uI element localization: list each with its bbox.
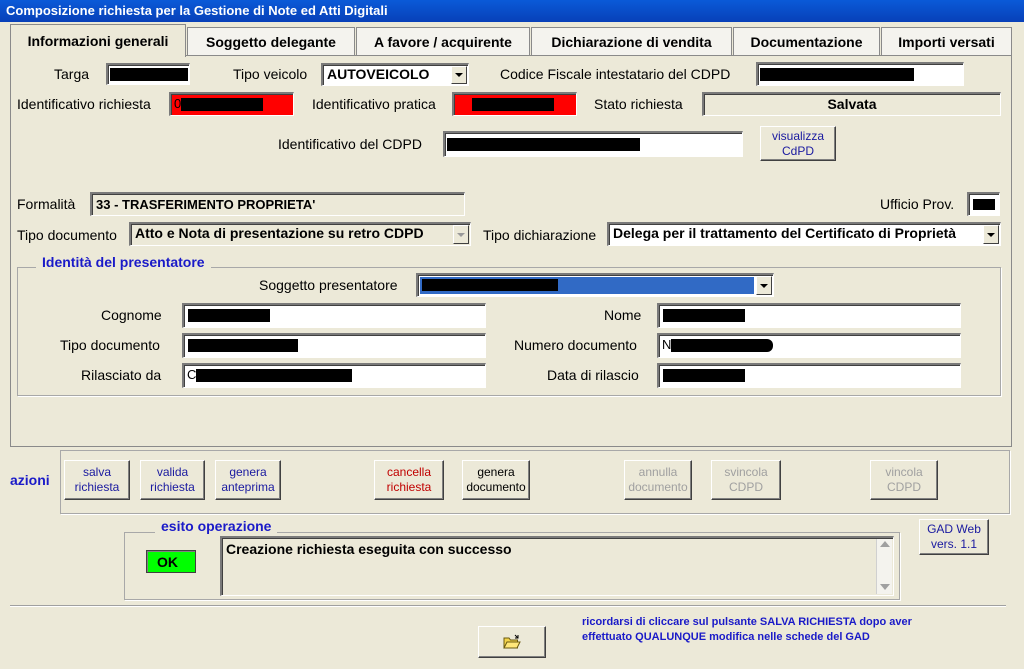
numero-documento-label: Numero documento: [514, 337, 637, 353]
data-rilascio-field[interactable]: [657, 363, 961, 388]
rilasciato-da-field[interactable]: C: [182, 363, 486, 388]
chevron-down-icon[interactable]: [756, 276, 772, 295]
esito-title: esito operazione: [155, 518, 278, 534]
valida-richiesta-button[interactable]: valida richiesta: [140, 460, 205, 500]
tipo-documento-select[interactable]: Atto e Nota di presentazione su retro CD…: [129, 222, 471, 246]
tipo-dichiarazione-value: Delega per il trattamento del Certificat…: [613, 225, 957, 241]
codice-fiscale-label: Codice Fiscale intestatario del CDPD: [500, 66, 731, 82]
tipo-veicolo-select[interactable]: AUTOVEICOLO: [321, 63, 469, 86]
esito-message-box[interactable]: Creazione richiesta eseguita con success…: [220, 536, 894, 596]
chevron-down-icon[interactable]: [983, 225, 999, 244]
separator: [10, 605, 1006, 607]
stato-richiesta-label: Stato richiesta: [594, 96, 683, 112]
redacted-block: [663, 309, 745, 322]
redacted-block: [760, 68, 914, 81]
redacted-block: [196, 369, 352, 382]
targa-label: Targa: [54, 66, 90, 82]
cognome-label: Cognome: [101, 307, 162, 323]
tab-importi-versati[interactable]: Importi versati: [881, 27, 1012, 56]
tipo-veicolo-label: Tipo veicolo: [233, 66, 308, 82]
tab-soggetto-delegante[interactable]: Soggetto delegante: [187, 27, 355, 56]
esito-status-indicator: OK: [146, 550, 196, 573]
ufficio-prov-field[interactable]: [967, 192, 1000, 216]
codice-fiscale-field[interactable]: [756, 62, 964, 86]
tab-documentazione[interactable]: Documentazione: [733, 27, 880, 56]
gad-web-version-button[interactable]: GAD Web vers. 1.1: [919, 519, 989, 555]
esito-message: Creazione richiesta eseguita con success…: [226, 541, 512, 557]
annulla-documento-button: annulla documento: [624, 460, 692, 500]
presentatore-tipo-documento-label: Tipo documento: [60, 337, 160, 353]
genera-anteprima-button[interactable]: genera anteprima: [215, 460, 281, 500]
targa-field[interactable]: [106, 63, 190, 85]
id-pratica-field[interactable]: [452, 92, 577, 116]
rilasciato-da-label: Rilasciato da: [81, 367, 162, 383]
tab-a-favore-acquirente[interactable]: A favore / acquirente: [356, 27, 530, 56]
cancella-richiesta-button[interactable]: cancella richiesta: [374, 460, 444, 500]
id-richiesta-label: Identificativo richiesta: [17, 96, 151, 112]
redacted-block: [447, 138, 640, 151]
salva-richiesta-button[interactable]: salva richiesta: [64, 460, 130, 500]
nome-label: Nome: [604, 307, 642, 323]
window-title: Composizione richiesta per la Gestione d…: [0, 0, 1024, 22]
tipo-dichiarazione-select[interactable]: Delega per il trattamento del Certificat…: [607, 222, 1001, 246]
chevron-down-icon: [453, 225, 469, 244]
tipo-veicolo-value: AUTOVEICOLO: [327, 66, 430, 82]
folder-open-icon: [503, 634, 521, 649]
id-richiesta-field[interactable]: 0: [169, 92, 294, 116]
tab-strip: Informazioni generali Soggetto delegante…: [10, 24, 1012, 57]
id-cdpd-field[interactable]: [443, 131, 743, 157]
formalita-field: 33 - TRASFERIMENTO PROPRIETA': [90, 192, 465, 216]
stato-richiesta-field: Salvata: [702, 92, 1001, 116]
tab-dichiarazione-di-vendita[interactable]: Dichiarazione di vendita: [531, 27, 732, 56]
azioni-label: azioni: [10, 472, 50, 488]
redacted-block: [973, 199, 995, 210]
redacted-block: [188, 339, 298, 352]
svincola-cdpd-button: svincola CDPD: [711, 460, 781, 500]
numero-documento-field[interactable]: N: [657, 333, 961, 358]
redacted-block: [671, 339, 773, 352]
rilasciato-da-prefix: C: [187, 367, 197, 382]
tipo-dichiarazione-label: Tipo dichiarazione: [483, 227, 597, 243]
id-pratica-label: Identificativo pratica: [312, 96, 436, 112]
soggetto-presentatore-label: Soggetto presentatore: [259, 277, 398, 293]
redacted-block: [422, 279, 558, 291]
nome-field[interactable]: [657, 303, 961, 328]
presentatore-title: Identità del presentatore: [36, 254, 211, 270]
ufficio-prov-label: Ufficio Prov.: [880, 196, 955, 212]
presentatore-tipo-documento-field[interactable]: [182, 333, 486, 358]
redacted-block: [181, 98, 263, 111]
open-folder-button[interactable]: [478, 626, 546, 658]
visualizza-cdpd-button[interactable]: visualizza CdPD: [760, 126, 836, 161]
scroll-up-icon[interactable]: [880, 541, 890, 547]
data-rilascio-label: Data di rilascio: [547, 367, 639, 383]
numero-documento-prefix: N: [662, 337, 672, 352]
chevron-down-icon[interactable]: [451, 66, 467, 84]
tab-informazioni-generali[interactable]: Informazioni generali: [10, 24, 186, 57]
cognome-field[interactable]: [182, 303, 486, 328]
formalita-label: Formalità: [17, 196, 76, 212]
redacted-block: [663, 369, 745, 382]
tipo-documento-value: Atto e Nota di presentazione su retro CD…: [135, 225, 424, 241]
redacted-block: [472, 98, 554, 111]
vincola-cdpd-button: vincola CDPD: [870, 460, 938, 500]
genera-documento-button[interactable]: genera documento: [462, 460, 530, 500]
redacted-block: [188, 309, 270, 322]
id-cdpd-label: Identificativo del CDPD: [278, 136, 422, 152]
tipo-documento-label: Tipo documento: [17, 227, 117, 243]
footer-reminder: ricordarsi di cliccare sul pulsante SALV…: [582, 616, 912, 643]
soggetto-presentatore-select[interactable]: [416, 273, 774, 297]
scroll-down-icon[interactable]: [880, 584, 890, 590]
message-scrollbar[interactable]: [876, 539, 892, 594]
redacted-block: [110, 68, 188, 81]
